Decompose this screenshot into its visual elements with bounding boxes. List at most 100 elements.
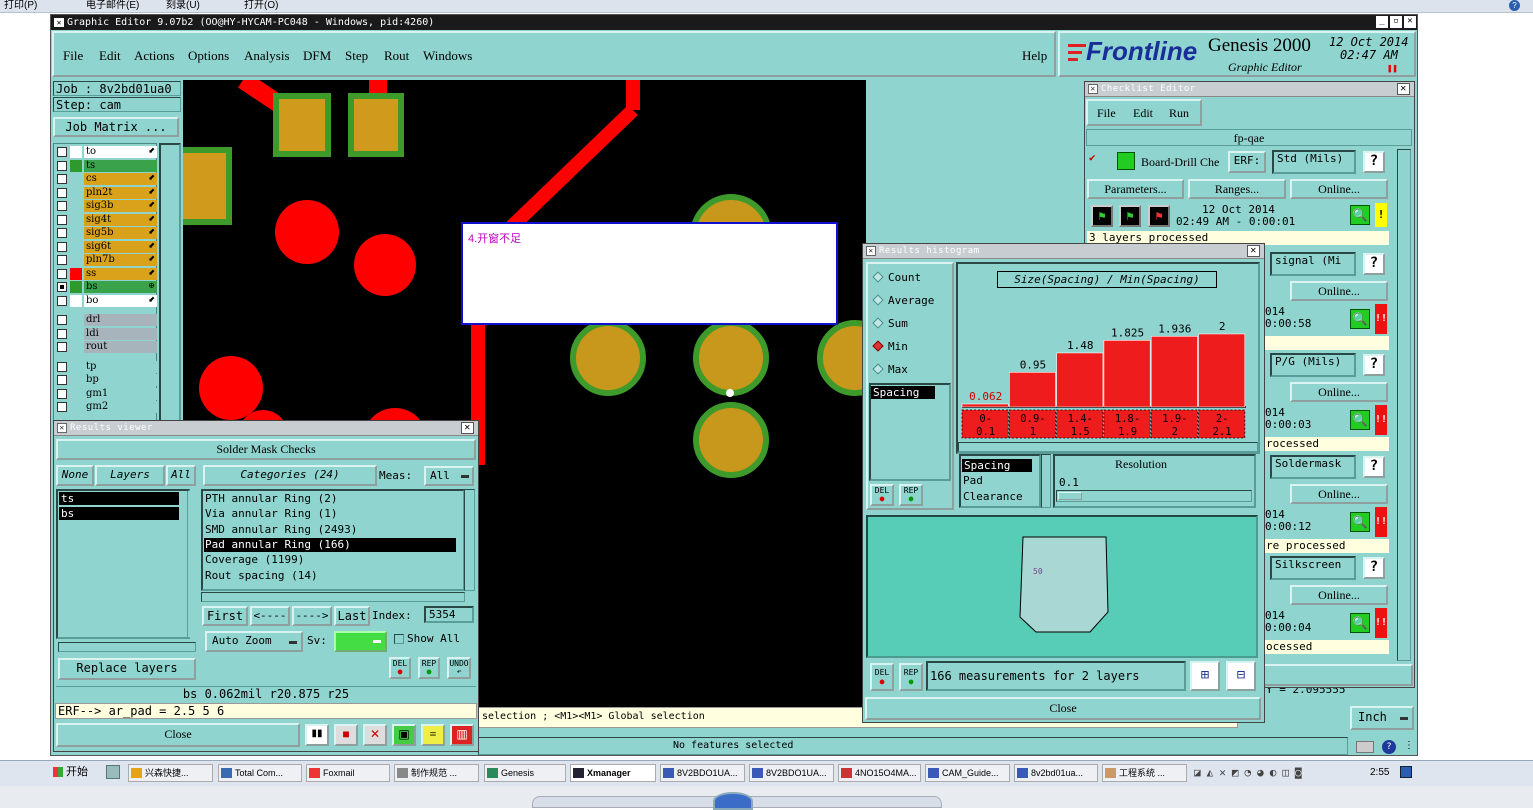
checklist-menu-run[interactable]: Run	[1169, 106, 1189, 121]
histogram-close-button[interactable]: Close	[865, 697, 1261, 720]
taskbar-item[interactable]: Genesis	[484, 764, 566, 782]
taskbar-item[interactable]: 工程系统 ...	[1102, 764, 1187, 782]
job-matrix-button[interactable]: Job Matrix ...	[53, 117, 179, 137]
measure-type-spacing[interactable]: Spacing	[962, 459, 1032, 472]
online-button-4[interactable]: Online...	[1290, 483, 1388, 504]
ranges-button[interactable]: Ranges...	[1188, 179, 1286, 199]
category-item[interactable]: Coverage (1199)	[204, 553, 456, 567]
histogram-list-item[interactable]: Spacing	[871, 386, 935, 399]
layer-color-swatch[interactable]	[70, 401, 82, 413]
del-button[interactable]: DEL ●	[389, 657, 411, 679]
histogram-bar[interactable]	[961, 403, 1009, 408]
layer-checkbox[interactable]	[57, 241, 67, 252]
layer-checkbox[interactable]	[57, 388, 67, 399]
layers-button[interactable]: Layers	[95, 465, 165, 486]
online-button-5[interactable]: Online...	[1290, 585, 1388, 605]
layer-checkbox[interactable]	[57, 295, 67, 306]
layer-row-to[interactable]: to ⬋	[54, 146, 157, 158]
zoom-icon[interactable]: 🔍	[1350, 410, 1370, 430]
layer-name[interactable]: tp	[84, 360, 157, 373]
layer-color-swatch[interactable]	[70, 267, 82, 280]
layer-name[interactable]: sig3b	[84, 200, 157, 212]
menu-edit[interactable]: Edit	[99, 48, 121, 64]
category-item[interactable]: Rout spacing (14)	[204, 569, 456, 583]
category-vscroll[interactable]	[464, 489, 475, 591]
option-count[interactable]: Count	[872, 271, 921, 284]
layer-row-bs[interactable]: bs ⊕	[54, 281, 157, 293]
show-desktop-tray-icon[interactable]	[1400, 766, 1412, 778]
last-button[interactable]: Last	[334, 606, 370, 626]
checklist-menu-edit[interactable]: Edit	[1133, 106, 1153, 121]
option-max[interactable]: Max	[872, 363, 908, 376]
menu-actions[interactable]: Actions	[134, 48, 174, 64]
layer-color-swatch[interactable]	[70, 294, 82, 307]
help-icon[interactable]: ?	[1509, 0, 1520, 11]
layer-row-cs[interactable]: cs ⬋	[54, 173, 157, 185]
layer-row-tp[interactable]: tp	[54, 360, 157, 373]
layer-color-swatch[interactable]	[70, 227, 82, 239]
rep-button[interactable]: REP ●	[418, 657, 440, 679]
units-select[interactable]: Inch	[1350, 706, 1414, 730]
layer-checkbox[interactable]	[57, 228, 67, 238]
layer-color-swatch[interactable]	[70, 387, 82, 400]
zoom-icon[interactable]: 🔍	[1350, 205, 1370, 225]
taskbar-item[interactable]: Foxmail	[306, 764, 390, 782]
open-menu[interactable]: 打开(O)	[244, 0, 278, 11]
online-button-1[interactable]: Online...	[1290, 179, 1388, 199]
measure-type-scroll[interactable]	[1041, 454, 1051, 508]
layer-color-swatch[interactable]	[70, 173, 82, 185]
viewer-play-icon[interactable]	[713, 792, 753, 810]
layer-row-gm1[interactable]: gm1	[54, 387, 157, 400]
category-item[interactable]: Via annular Ring (1)	[204, 507, 456, 521]
checklist-row-2-help-button[interactable]: ?	[1363, 252, 1385, 275]
layer-color-swatch[interactable]	[70, 240, 82, 253]
layer-row-drl[interactable]: drl	[54, 314, 157, 326]
menu-analysis[interactable]: Analysis	[244, 48, 290, 64]
category-item[interactable]: SMD annular Ring (2493)	[204, 523, 456, 537]
resolution-slider[interactable]	[1056, 490, 1252, 502]
checklist-row-4-erf[interactable]: Soldermask	[1270, 454, 1356, 479]
zoom-icon[interactable]: 🔍	[1350, 308, 1370, 329]
layer-checkbox[interactable]	[57, 375, 67, 385]
more-icon[interactable]: ⋮	[1404, 740, 1414, 751]
layers-hscroll[interactable]	[58, 642, 196, 652]
layer-color-swatch[interactable]	[70, 374, 82, 386]
minimize-button[interactable]: _	[1376, 16, 1388, 28]
taskbar-item[interactable]: Xmanager	[570, 764, 656, 782]
layer-color-swatch[interactable]	[70, 327, 82, 340]
taskbar-item[interactable]: 8V2BDO1UA...	[749, 764, 834, 782]
menu-dfm[interactable]: DFM	[303, 48, 331, 64]
layer-name[interactable]: bp	[84, 374, 157, 386]
undo-button[interactable]: UNDO ↶	[447, 657, 471, 679]
help-circle-icon[interactable]: ?	[1382, 740, 1396, 754]
taskbar-item[interactable]: 兴森快捷...	[128, 764, 213, 782]
menu-file[interactable]: File	[63, 48, 83, 64]
cross-icon[interactable]: ✕	[363, 724, 387, 746]
taskbar-item[interactable]: 8v2bd01ua...	[1014, 764, 1098, 782]
none-button[interactable]: None	[56, 465, 94, 486]
layer-checkbox[interactable]	[57, 282, 67, 292]
layer-name[interactable]: pln2t	[84, 186, 157, 199]
online-button-2[interactable]: Online...	[1290, 280, 1388, 301]
layer-color-swatch[interactable]	[70, 341, 82, 353]
layer-checkbox[interactable]	[57, 160, 67, 171]
layer-checkbox[interactable]	[57, 147, 67, 157]
layer-name[interactable]: sig4t	[84, 213, 157, 226]
layer-name[interactable]: sig5b	[84, 227, 157, 239]
result-layer-bs[interactable]: bs	[59, 507, 179, 520]
category-item[interactable]: PTH annular Ring (2)	[204, 492, 456, 506]
layer-checkbox[interactable]	[57, 214, 67, 225]
close-window-button[interactable]: ✕	[1404, 16, 1416, 28]
checklist-row-5-erf[interactable]: Silkscreen	[1270, 556, 1356, 580]
layer-row-ldi[interactable]: ldi	[54, 327, 157, 340]
green-tool-icon[interactable]: ▣	[392, 724, 416, 746]
results-viewer-close-icon[interactable]: ✕	[461, 422, 474, 434]
layer-name[interactable]: ldi	[84, 327, 157, 340]
all-button[interactable]: All	[166, 465, 196, 486]
layer-row-pln2t[interactable]: pln2t ⬋	[54, 186, 157, 199]
print-menu[interactable]: 打印(P)	[4, 0, 37, 11]
row1-erf-value[interactable]: Std (Mils)	[1272, 150, 1356, 174]
row1-checkbox[interactable]: ✔	[1089, 152, 1101, 164]
layer-name[interactable]: drl	[84, 314, 157, 326]
maximize-button[interactable]: ▫	[1390, 16, 1402, 28]
